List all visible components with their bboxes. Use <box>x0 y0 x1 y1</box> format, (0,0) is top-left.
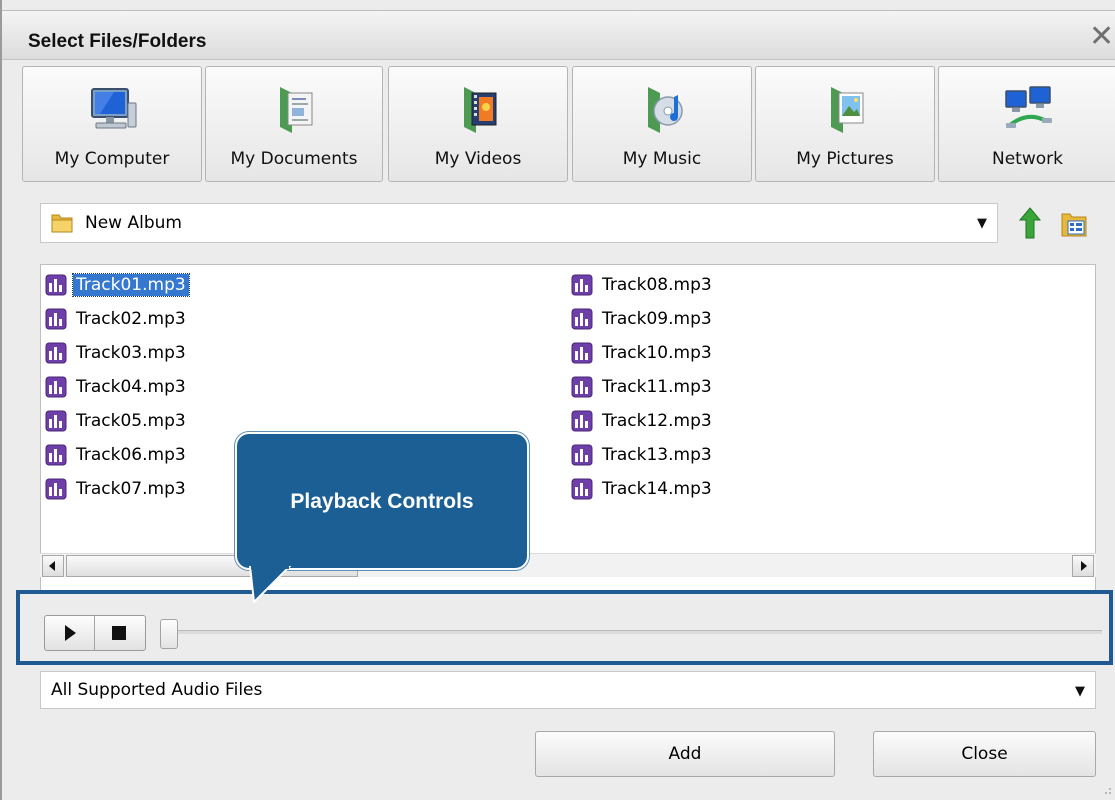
add-button[interactable]: Add <box>535 731 835 777</box>
dialog-title: Select Files/Folders <box>28 31 207 52</box>
place-my-pictures[interactable]: My Pictures <box>755 66 935 182</box>
computer-icon <box>91 88 137 129</box>
arrow-left-icon <box>49 561 55 571</box>
title-bar: Select Files/Folders ✕ <box>2 10 1115 60</box>
audio-file-icon <box>45 342 67 364</box>
audio-file-icon <box>571 376 593 398</box>
playback-controls-panel <box>16 590 1113 665</box>
select-files-dialog: Select Files/Folders ✕ My Computer My Do… <box>0 0 1115 800</box>
audio-file-icon <box>45 478 67 500</box>
playback-button-group <box>44 615 146 651</box>
audio-file-icon <box>45 274 67 296</box>
file-name: Track06.mp3 <box>76 445 186 465</box>
stop-icon <box>112 626 126 640</box>
place-network[interactable]: Network <box>938 66 1115 182</box>
audio-file-icon <box>45 444 67 466</box>
chevron-down-icon: ▼ <box>1075 684 1085 699</box>
audio-file-icon <box>45 410 67 432</box>
callout-text: Playback Controls <box>290 490 474 513</box>
close-button[interactable]: Close <box>873 731 1096 777</box>
file-name: Track01.mp3 <box>72 273 190 297</box>
place-my-documents[interactable]: My Documents <box>205 66 383 182</box>
file-name: Track11.mp3 <box>602 377 712 397</box>
place-label: My Pictures <box>796 149 894 169</box>
place-label: My Computer <box>54 149 170 169</box>
file-name: Track14.mp3 <box>602 479 712 499</box>
playback-controls-callout: Playback Controls <box>235 432 529 570</box>
arrow-right-icon <box>1081 561 1087 571</box>
places-bar: My Computer My Documents My Videos My Mu… <box>22 66 1115 184</box>
file-name: Track09.mp3 <box>602 309 712 329</box>
audio-file-icon <box>571 478 593 500</box>
music-icon <box>648 87 683 133</box>
place-label: My Documents <box>230 149 358 169</box>
audio-file-icon <box>45 308 67 330</box>
videos-icon <box>464 87 497 133</box>
path-combobox[interactable]: New Album ▼ <box>40 203 998 243</box>
seek-slider-thumb[interactable] <box>160 619 178 649</box>
play-button[interactable] <box>45 616 95 650</box>
file-list[interactable]: Track01.mp3 Track02.mp3 Track03.mp3 Track04… <box>40 264 1096 594</box>
audio-file-icon <box>571 410 593 432</box>
scroll-left-button[interactable] <box>42 555 64 577</box>
place-my-computer[interactable]: My Computer <box>22 66 202 182</box>
file-name: Track04.mp3 <box>76 377 186 397</box>
file-name: Track07.mp3 <box>76 479 186 499</box>
current-folder-name: New Album <box>85 213 182 233</box>
scroll-right-button[interactable] <box>1072 555 1094 577</box>
place-label: Network <box>992 149 1063 169</box>
file-name: Track08.mp3 <box>602 275 712 295</box>
seek-slider-track[interactable] <box>160 630 1102 634</box>
up-arrow-icon[interactable] <box>1015 206 1045 240</box>
file-type-filter[interactable]: All Supported Audio Files ▼ <box>40 671 1096 709</box>
resize-grip-icon[interactable] <box>1100 785 1112 797</box>
place-my-videos[interactable]: My Videos <box>388 66 568 182</box>
audio-file-icon <box>571 342 593 364</box>
audio-file-icon <box>571 274 593 296</box>
folder-icon <box>51 214 73 233</box>
stop-button[interactable] <box>95 616 145 650</box>
audio-file-icon <box>45 376 67 398</box>
file-name: Track02.mp3 <box>76 309 186 329</box>
chevron-down-icon: ▼ <box>977 216 987 231</box>
place-label: My Videos <box>434 149 522 169</box>
place-my-music[interactable]: My Music <box>572 66 752 182</box>
file-name: Track13.mp3 <box>602 445 712 465</box>
audio-file-icon <box>571 444 593 466</box>
audio-file-icon <box>571 308 593 330</box>
callout-pointer <box>248 566 292 605</box>
documents-icon <box>280 87 313 133</box>
file-name: Track03.mp3 <box>76 343 186 363</box>
file-name: Track05.mp3 <box>76 411 186 431</box>
play-icon <box>65 625 76 641</box>
horizontal-scrollbar[interactable] <box>40 553 1096 577</box>
view-mode-icon[interactable] <box>1058 208 1090 240</box>
filter-value: All Supported Audio Files <box>51 680 263 700</box>
network-icon <box>1004 86 1052 128</box>
place-label: My Music <box>622 149 702 169</box>
close-icon[interactable]: ✕ <box>1089 22 1114 52</box>
file-name: Track12.mp3 <box>602 411 712 431</box>
pictures-icon <box>831 87 864 133</box>
file-name: Track10.mp3 <box>602 343 712 363</box>
